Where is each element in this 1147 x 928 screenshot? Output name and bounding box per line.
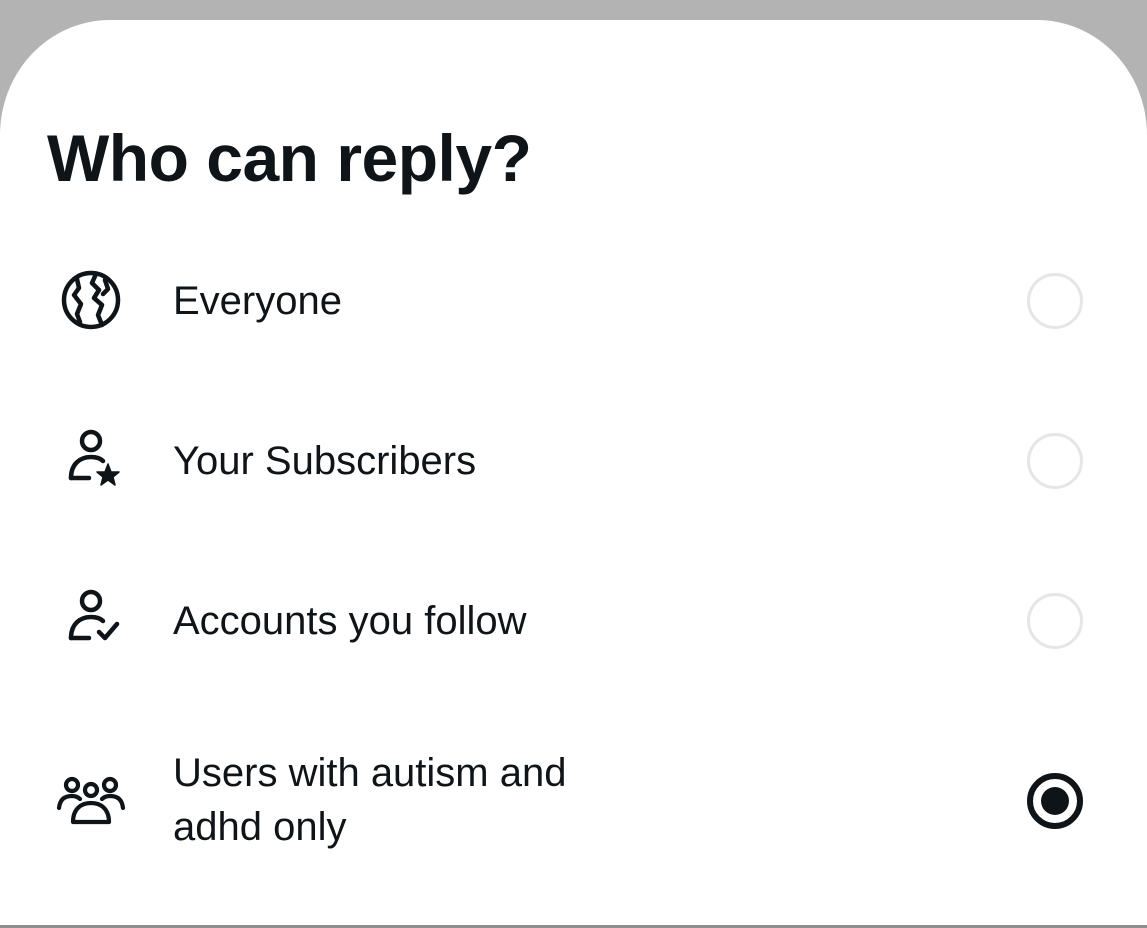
option-label: Your Subscribers	[173, 439, 477, 483]
option-label: Users with autism and adhd only	[173, 751, 567, 849]
reply-settings-sheet: Who can reply? Everyone Your Subscribers	[0, 20, 1147, 928]
radio-button[interactable]	[1027, 433, 1083, 489]
radio-dot	[1041, 787, 1069, 815]
option-your-subscribers[interactable]: Your Subscribers	[0, 429, 1147, 492]
radio-button-selected[interactable]	[1027, 773, 1083, 829]
option-label: Everyone	[173, 279, 342, 323]
person-star-icon	[55, 424, 127, 496]
group-icon	[55, 766, 127, 838]
option-everyone[interactable]: Everyone	[0, 270, 1147, 332]
radio-button[interactable]	[1027, 273, 1083, 329]
sheet-title: Who can reply?	[47, 121, 532, 195]
globe-icon	[55, 264, 127, 336]
radio-button[interactable]	[1027, 593, 1083, 649]
person-check-icon	[55, 584, 127, 656]
option-label: Accounts you follow	[173, 599, 527, 643]
option-accounts-you-follow[interactable]: Accounts you follow	[0, 589, 1147, 652]
option-users-with-autism-and-adhd-only[interactable]: Users with autism and adhd only	[0, 746, 1147, 856]
